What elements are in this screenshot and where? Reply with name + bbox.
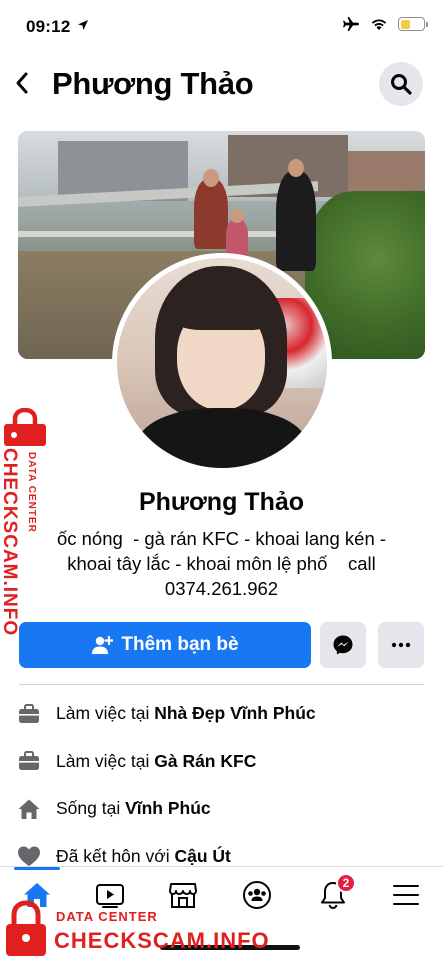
marketplace-tab[interactable] [158, 875, 208, 915]
add-person-icon [92, 635, 114, 654]
search-button[interactable] [379, 62, 423, 106]
airplane-icon [343, 17, 359, 31]
back-button[interactable] [8, 66, 36, 100]
menu-tab[interactable] [381, 875, 431, 915]
watermark-bottom-text: CHECKSCAM.INFO [54, 928, 270, 953]
detail-text: Làm việc tại Nhà Đẹp Vĩnh Phúc [56, 703, 316, 724]
status-icons [342, 16, 428, 32]
home-icon [16, 796, 42, 822]
detail-text: Sống tại Vĩnh Phúc [56, 798, 211, 819]
status-bar: 09:12 [0, 0, 443, 52]
detail-value: Gà Rán KFC [154, 750, 257, 771]
detail-value: Vĩnh Phúc [125, 798, 211, 819]
watermark-lock-icon [6, 900, 46, 956]
messenger-button[interactable] [320, 622, 366, 668]
profile-avatar[interactable] [112, 253, 332, 473]
chevron-left-icon [16, 72, 28, 94]
hamburger-menu-icon [393, 885, 419, 905]
add-friend-button[interactable]: Thêm bạn bè [19, 622, 311, 668]
detail-work-2[interactable]: Làm việc tại Gà Rán KFC [16, 738, 426, 786]
search-icon [391, 74, 412, 95]
detail-prefix: Làm việc tại [56, 750, 155, 771]
groups-icon [243, 881, 271, 909]
detail-prefix: Sống tại [56, 798, 126, 819]
status-time: 09:12 [26, 17, 71, 36]
messenger-icon [333, 635, 353, 655]
bio-line: khoai tây lắc - khoai môn lệ phố call [67, 553, 376, 574]
detail-text: Làm việc tại Gà Rán KFC [56, 751, 256, 772]
battery-icon [398, 17, 428, 31]
shop-icon [169, 883, 197, 908]
location-arrow-icon [78, 20, 88, 30]
wifi-icon [371, 19, 387, 30]
page-title: Phương Thảo [52, 66, 254, 101]
active-tab-indicator [14, 867, 60, 870]
watermark-side-text: CHECKSCAM.INFO [0, 448, 20, 637]
detail-text: Đã kết hôn với Cậu Út [56, 846, 231, 867]
watermark-side-caption: DATA CENTER [26, 452, 37, 533]
add-friend-label: Thêm bạn bè [121, 634, 239, 655]
profile-header: Phương Thảo [0, 56, 443, 112]
detail-value: Nhà Đẹp Vĩnh Phúc [154, 703, 316, 724]
bio-line: ốc nóng - gà rán KFC - khoai lang kén - [56, 528, 387, 549]
profile-details: Làm việc tại Nhà Đẹp Vĩnh Phúc Làm việc … [16, 690, 426, 880]
detail-prefix: Làm việc tại [56, 703, 155, 724]
detail-value: Cậu Út [174, 845, 231, 866]
briefcase-icon [16, 701, 42, 727]
profile-name: Phương Thảo [138, 488, 305, 516]
detail-work-1[interactable]: Làm việc tại Nhà Đẹp Vĩnh Phúc [16, 690, 426, 738]
profile-bio: ốc nóng - gà rán KFC - khoai lang kén - … [30, 526, 413, 601]
groups-tab[interactable] [232, 875, 282, 915]
more-dots-icon [391, 642, 411, 648]
notifications-tab[interactable]: 2 [308, 873, 358, 915]
video-icon [96, 884, 124, 908]
watermark-lock-icon [4, 408, 46, 446]
watermark-bottom-caption: DATA CENTER [56, 909, 158, 924]
notification-badge: 2 [336, 873, 356, 893]
bio-line: 0374.261.962 [164, 578, 279, 599]
section-divider [19, 684, 424, 685]
detail-prefix: Đã kết hôn với [56, 845, 175, 866]
detail-lives-in[interactable]: Sống tại Vĩnh Phúc [16, 785, 426, 833]
more-options-button[interactable] [378, 622, 424, 668]
briefcase-icon [16, 748, 42, 774]
